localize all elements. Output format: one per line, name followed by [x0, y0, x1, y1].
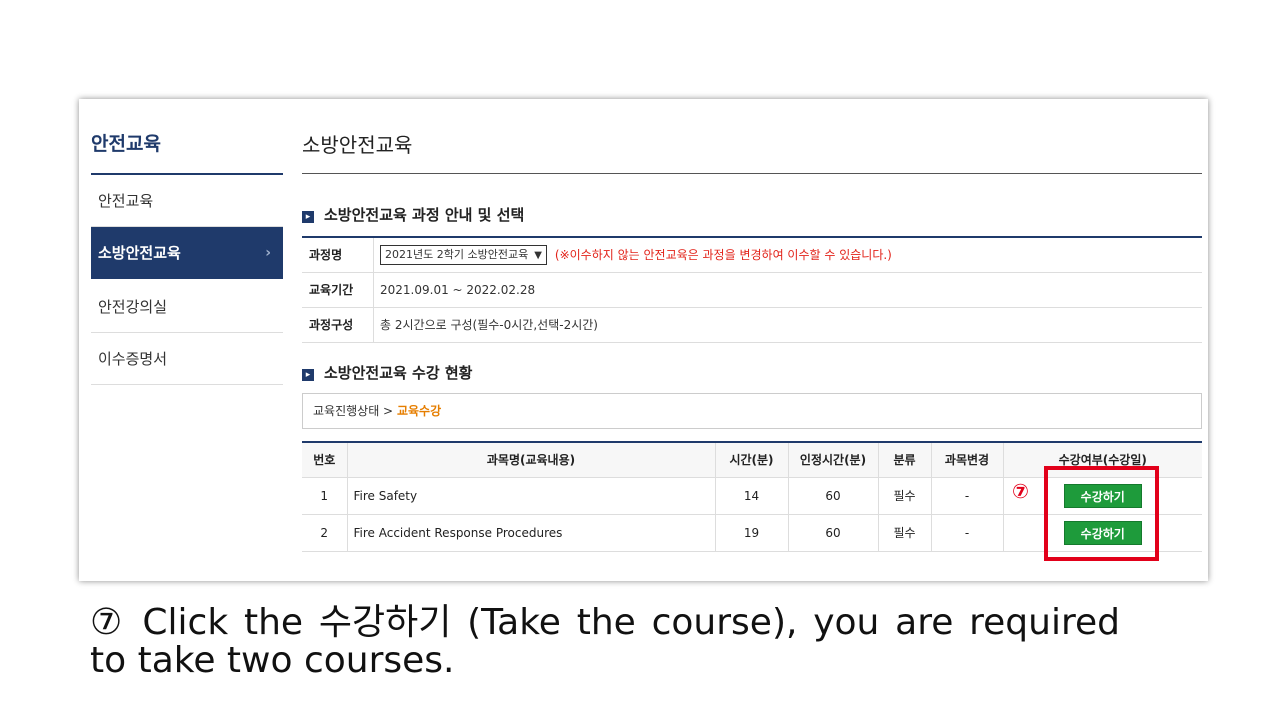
course-change: - [931, 514, 1004, 552]
col-header: 시간(분) [715, 442, 789, 478]
section-heading-course-guide: ▸ 소방안전교육 과정 안내 및 선택 [302, 204, 524, 225]
section-bullet-icon: ▸ [302, 369, 314, 381]
highlight-box [1044, 466, 1159, 561]
info-row-period: 교육기간 2021.09.01 ~ 2022.02.28 [302, 273, 1202, 308]
sidebar-item-safety-lecture-room[interactable]: 안전강의실 [91, 281, 283, 333]
sidebar-item-label: 이수증명서 [98, 350, 168, 368]
section-heading-course-status: ▸ 소방안전교육 수강 현황 [302, 362, 472, 383]
status-prefix: 교육진행상태 > [313, 404, 394, 418]
course-label: 과정명 [302, 238, 374, 272]
course-change-notice: (※이수하지 않는 안전교육은 과정을 변경하여 이수할 수 있습니다.) [554, 248, 892, 262]
section-title: 소방안전교육 수강 현황 [324, 364, 473, 382]
sidebar-item-label: 안전교육 [98, 192, 154, 210]
col-header: 과목명(교육내용) [347, 442, 716, 478]
course-name: Fire Accident Response Procedures [347, 514, 716, 552]
progress-status-bar: 교육진행상태 > 교육수강 [302, 393, 1202, 429]
course-value: 2021년도 2학기 소방안전교육 ▼ (※이수하지 않는 안전교육은 과정을 변경… [380, 238, 892, 272]
sidebar-item-label: 안전강의실 [98, 298, 168, 316]
chevron-right-icon: › [265, 245, 271, 261]
section-bullet-icon: ▸ [302, 211, 314, 223]
col-header: 과목변경 [931, 442, 1004, 478]
sidebar-item-completion-certificate[interactable]: 이수증명서 [91, 333, 283, 385]
composition-value: 총 2시간으로 구성(필수-0시간,선택-2시간) [380, 318, 598, 332]
course-category: 필수 [878, 477, 932, 515]
sidebar-item-safety-education[interactable]: 안전교육 [91, 175, 283, 227]
row-number: 2 [302, 514, 348, 552]
chevron-down-icon: ▼ [534, 250, 542, 261]
course-credit-time: 60 [788, 477, 879, 515]
col-header: 분류 [878, 442, 932, 478]
course-time: 14 [715, 477, 789, 515]
col-header: 인정시간(분) [788, 442, 879, 478]
status-current: 교육수강 [396, 404, 442, 418]
step-marker: ⑦ [1012, 479, 1029, 503]
sidebar-item-fire-safety-education[interactable]: 소방안전교육 › [91, 227, 283, 279]
course-select[interactable]: 2021년도 2학기 소방안전교육 ▼ [380, 245, 547, 265]
course-info-table: 과정명 2021년도 2학기 소방안전교육 ▼ (※이수하지 않는 안전교육은 과정… [302, 236, 1202, 343]
course-credit-time: 60 [788, 514, 879, 552]
course-category: 필수 [878, 514, 932, 552]
instruction-caption: ⑦ Click the 수강하기 (Take the course), you … [90, 602, 1120, 681]
page-title: 소방안전교육 [302, 133, 413, 157]
period-label: 교육기간 [302, 273, 374, 307]
period-value: 2021.09.01 ~ 2022.02.28 [380, 283, 536, 297]
course-select-value: 2021년도 2학기 소방안전교육 [385, 248, 529, 261]
composition-label: 과정구성 [302, 308, 374, 342]
course-time: 19 [715, 514, 789, 552]
screenshot-frame: 안전교육 안전교육 소방안전교육 › 안전강의실 이수증명서 소방안전교육 ▸ 소… [79, 99, 1208, 581]
title-divider [302, 173, 1202, 174]
sidebar-title: 안전교육 [91, 133, 161, 155]
col-header: 번호 [302, 442, 348, 478]
sidebar-item-label: 소방안전교육 [98, 244, 181, 262]
course-name: Fire Safety [347, 477, 716, 515]
section-title: 소방안전교육 과정 안내 및 선택 [324, 206, 525, 224]
row-number: 1 [302, 477, 348, 515]
info-row-composition: 과정구성 총 2시간으로 구성(필수-0시간,선택-2시간) [302, 308, 1202, 343]
info-row-course: 과정명 2021년도 2학기 소방안전교육 ▼ (※이수하지 않는 안전교육은 과정… [302, 238, 1202, 273]
course-change: - [931, 477, 1004, 515]
